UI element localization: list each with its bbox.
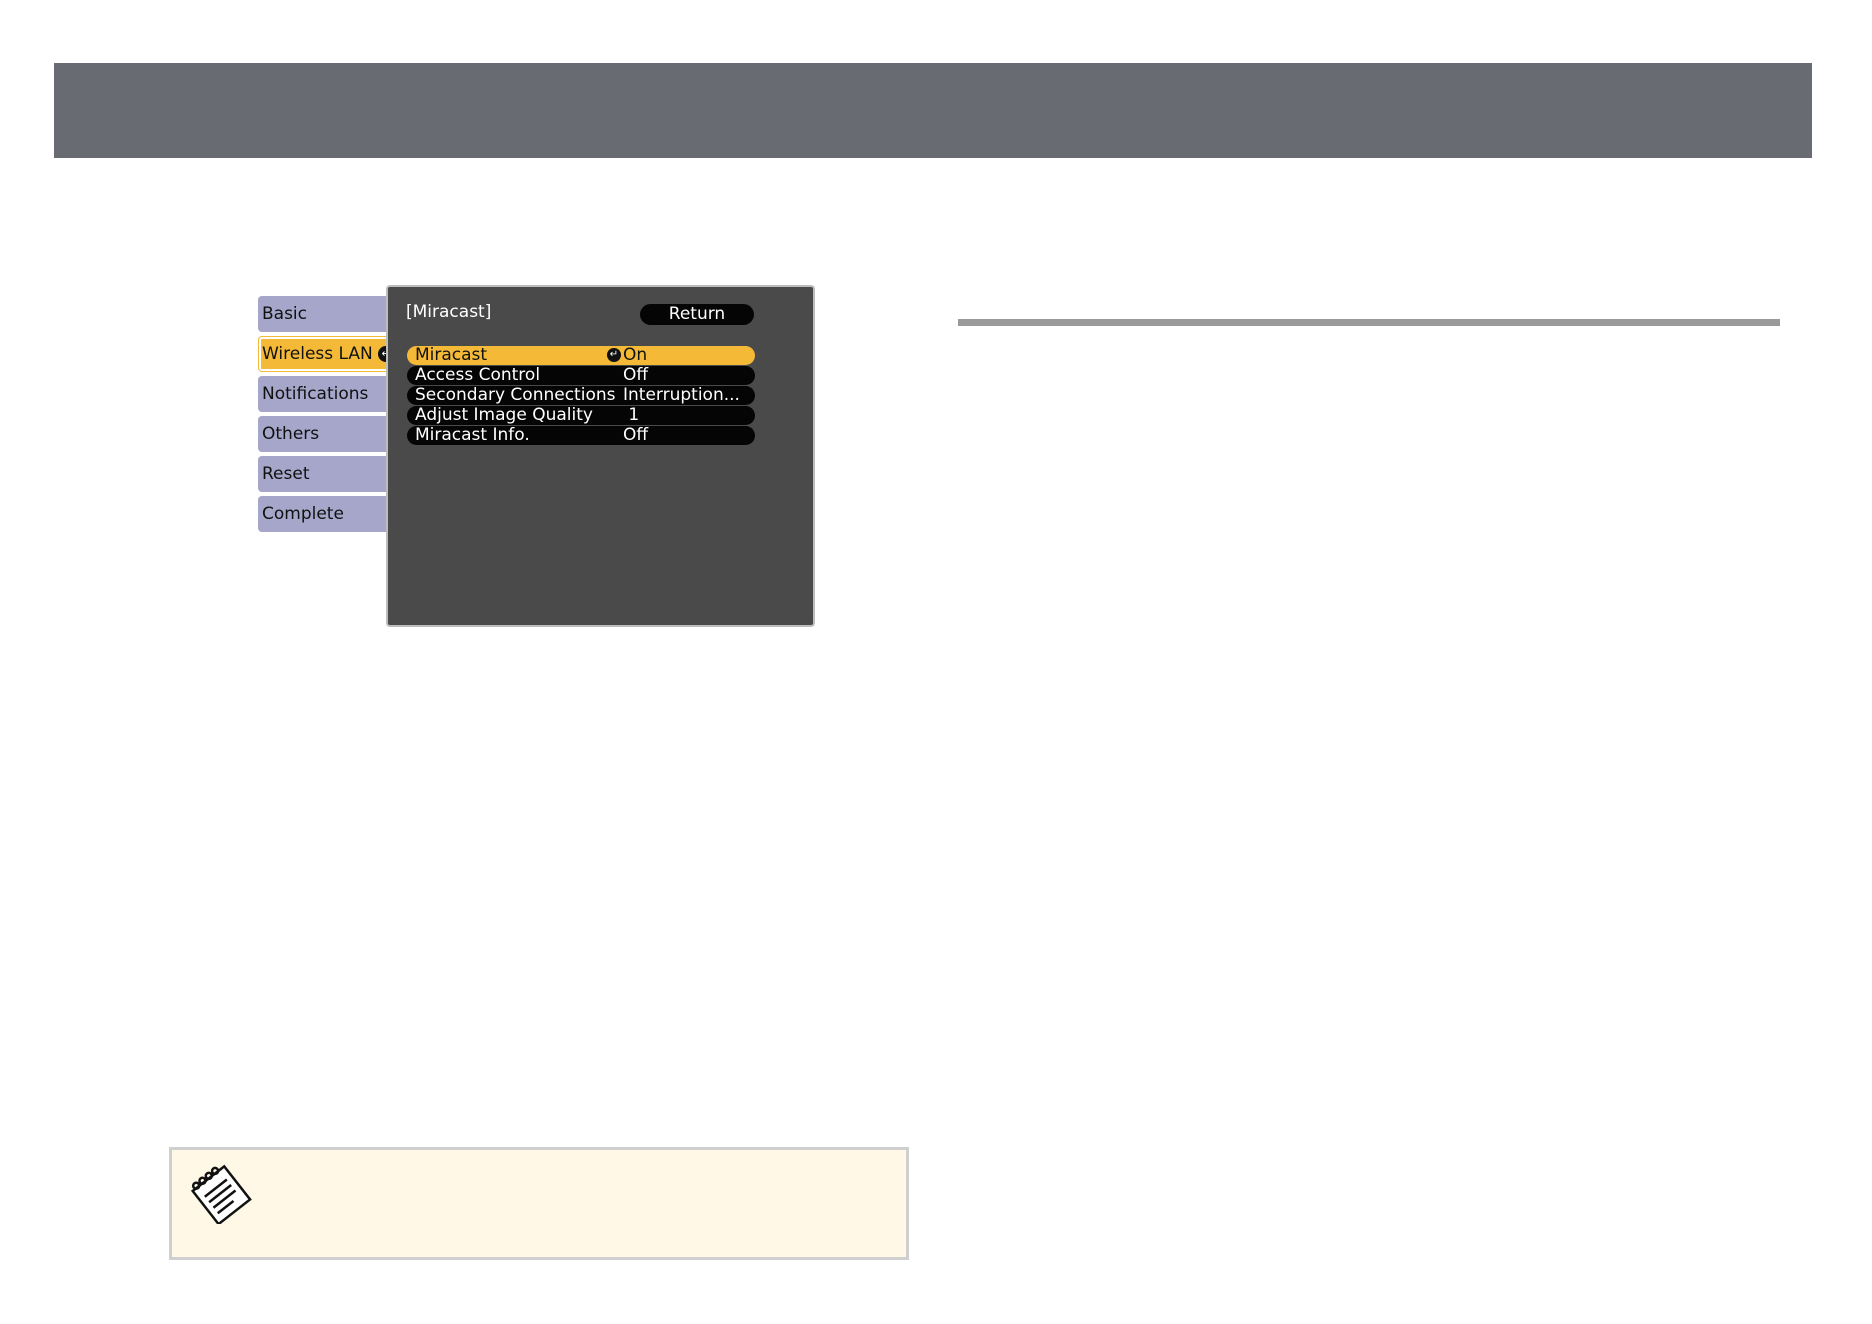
row-value: 1 [623, 405, 640, 425]
menu-row-secondary-connections[interactable]: Secondary Connections Interruption... [407, 386, 755, 405]
row-label: Adjust Image Quality [415, 405, 593, 425]
row-label: Secondary Connections [415, 385, 616, 405]
tab-label: Wireless LAN [262, 344, 373, 364]
return-button[interactable]: Return [640, 304, 754, 325]
row-label: Miracast [415, 345, 488, 365]
header-bar [54, 63, 1812, 158]
tab-label: Basic [262, 304, 308, 324]
tab-complete[interactable]: Complete [258, 496, 402, 532]
tab-notifications[interactable]: Notifications [258, 376, 402, 412]
row-value: On [623, 345, 648, 365]
note-box [169, 1147, 909, 1260]
section-divider [958, 319, 1780, 326]
note-pad-icon [190, 1164, 252, 1224]
menu-row-access-control[interactable]: Access Control Off [407, 366, 755, 385]
row-value: Interruption... [623, 385, 740, 405]
tab-wireless-lan[interactable]: Wireless LAN ↵ [258, 336, 396, 372]
menu-row-miracast[interactable]: Miracast ↵ On [407, 346, 755, 365]
row-value: Off [623, 425, 649, 445]
tab-reset[interactable]: Reset [258, 456, 402, 492]
tab-label: Complete [262, 504, 344, 524]
miracast-settings-panel: [Miracast] Return Miracast ↵ On Access C… [386, 285, 815, 627]
menu-row-adjust-image-quality[interactable]: Adjust Image Quality 1 [407, 406, 755, 425]
row-value: Off [623, 365, 649, 385]
tab-others[interactable]: Others [258, 416, 402, 452]
panel-title: [Miracast] [406, 302, 492, 322]
tab-basic[interactable]: Basic [258, 296, 402, 332]
menu-row-miracast-info[interactable]: Miracast Info. Off [407, 426, 755, 445]
row-label: Access Control [415, 365, 541, 385]
enter-icon: ↵ [607, 348, 621, 362]
tab-label: Reset [262, 464, 310, 484]
row-label: Miracast Info. [415, 425, 530, 445]
tab-label: Notifications [262, 384, 369, 404]
tab-label: Others [262, 424, 320, 444]
